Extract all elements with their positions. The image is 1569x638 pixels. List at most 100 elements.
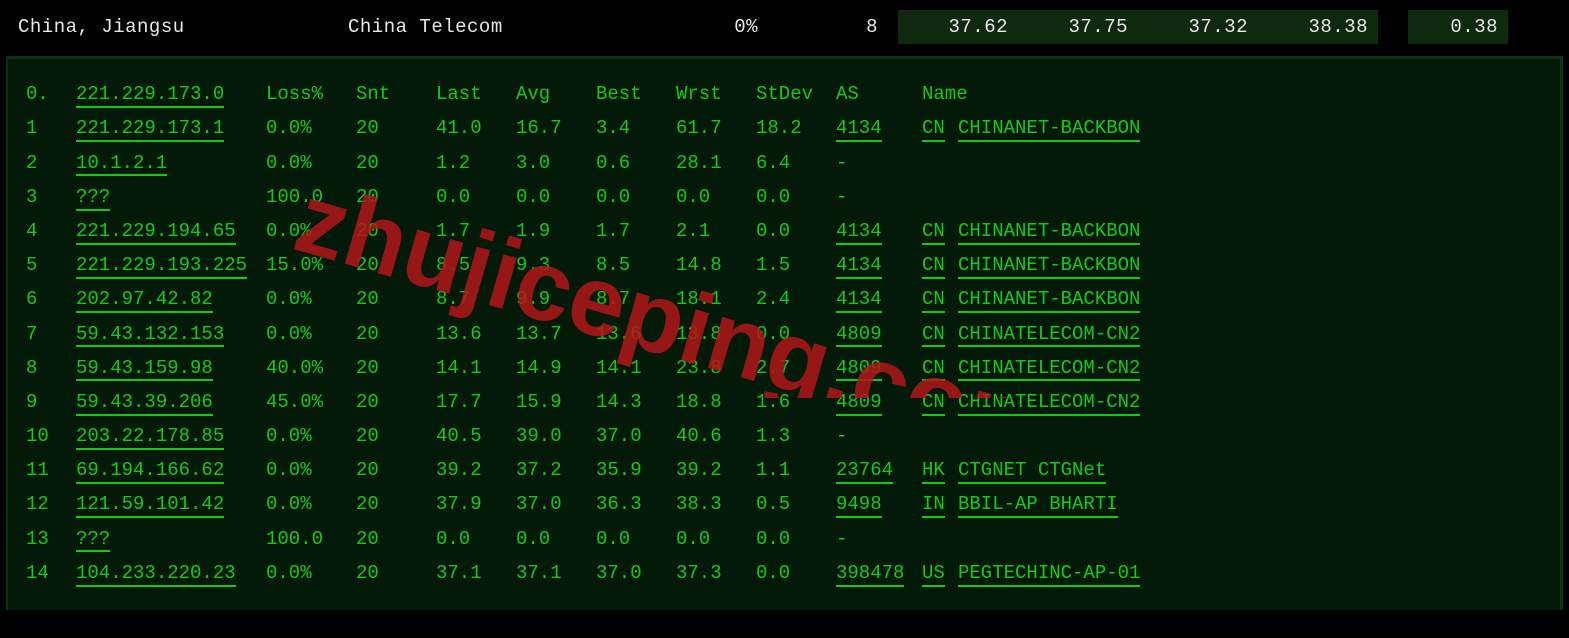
hop-row: 1221.229.173.10.0%2041.016.73.461.718.24… xyxy=(26,111,1550,145)
hop-avg: 9.9 xyxy=(516,282,596,316)
hop-avg: 16.7 xyxy=(516,111,596,145)
hop-stdev: 0.0 xyxy=(756,180,836,214)
hop-host: 104.233.220.23 xyxy=(76,556,266,590)
summary-avg: 37.75 xyxy=(1018,10,1138,44)
hop-as: - xyxy=(836,180,922,214)
hop-as: 4134 xyxy=(836,282,922,316)
hop-cc: CN xyxy=(922,111,958,145)
col-host: 221.229.173.0 xyxy=(76,77,266,111)
hop-index: 2 xyxy=(26,146,76,180)
hop-as: 23764 xyxy=(836,453,922,487)
hop-snt: 20 xyxy=(356,522,436,556)
hop-snt: 20 xyxy=(356,487,436,521)
hop-last: 39.2 xyxy=(436,453,516,487)
hop-cc: US xyxy=(922,556,958,590)
hop-best: 1.7 xyxy=(596,214,676,248)
hop-snt: 20 xyxy=(356,248,436,282)
hop-as: 398478 xyxy=(836,556,922,590)
hop-wrst: 28.1 xyxy=(676,146,756,180)
hop-avg: 1.9 xyxy=(516,214,596,248)
hop-wrst: 14.8 xyxy=(676,248,756,282)
hop-stdev: 2.4 xyxy=(756,282,836,316)
hop-cc xyxy=(922,419,958,453)
hop-stdev: 0.0 xyxy=(756,214,836,248)
hop-row: 6202.97.42.820.0%208.79.98.718.12.44134C… xyxy=(26,282,1550,316)
hop-snt: 20 xyxy=(356,385,436,419)
hop-wrst: 38.3 xyxy=(676,487,756,521)
hop-avg: 37.1 xyxy=(516,556,596,590)
hop-wrst: 37.3 xyxy=(676,556,756,590)
col-wrst: Wrst xyxy=(676,77,756,111)
hop-wrst: 0.0 xyxy=(676,180,756,214)
hop-loss: 0.0% xyxy=(266,111,356,145)
hop-snt: 20 xyxy=(356,282,436,316)
hop-as: 4809 xyxy=(836,385,922,419)
hop-index: 3 xyxy=(26,180,76,214)
hop-index: 12 xyxy=(26,487,76,521)
hop-best: 14.3 xyxy=(596,385,676,419)
hop-snt: 20 xyxy=(356,317,436,351)
hop-loss: 0.0% xyxy=(266,146,356,180)
hop-stdev: 6.4 xyxy=(756,146,836,180)
hop-stdev: 0.0 xyxy=(756,317,836,351)
hop-host: 59.43.132.153 xyxy=(76,317,266,351)
col-hop: 0. xyxy=(26,77,76,111)
hop-row: 759.43.132.1530.0%2013.613.713.613.80.04… xyxy=(26,317,1550,351)
hop-best: 0.6 xyxy=(596,146,676,180)
hop-stdev: 0.5 xyxy=(756,487,836,521)
hop-snt: 20 xyxy=(356,556,436,590)
hop-last: 40.5 xyxy=(436,419,516,453)
hop-loss: 0.0% xyxy=(266,453,356,487)
hop-wrst: 0.0 xyxy=(676,522,756,556)
hop-stdev: 1.5 xyxy=(756,248,836,282)
summary-last: 37.62 xyxy=(898,10,1018,44)
hop-best: 37.0 xyxy=(596,419,676,453)
hop-last: 8.7 xyxy=(436,282,516,316)
hop-host: ??? xyxy=(76,180,266,214)
hop-index: 1 xyxy=(26,111,76,145)
hop-snt: 20 xyxy=(356,111,436,145)
hop-row: 4221.229.194.650.0%201.71.91.72.10.04134… xyxy=(26,214,1550,248)
hop-host: 221.229.173.1 xyxy=(76,111,266,145)
hop-cc: IN xyxy=(922,487,958,521)
hop-as: 4134 xyxy=(836,248,922,282)
hop-loss: 0.0% xyxy=(266,556,356,590)
hop-snt: 20 xyxy=(356,453,436,487)
hop-asname: CTGNET CTGNet xyxy=(958,453,1550,487)
hop-host: 221.229.193.225 xyxy=(76,248,266,282)
hop-row: 959.43.39.20645.0%2017.715.914.318.81.64… xyxy=(26,385,1550,419)
hop-index: 14 xyxy=(26,556,76,590)
hop-cc xyxy=(922,180,958,214)
hop-asname: PEGTECHINC-AP-01 xyxy=(958,556,1550,590)
hop-as: 9498 xyxy=(836,487,922,521)
hop-loss: 0.0% xyxy=(266,214,356,248)
hop-best: 35.9 xyxy=(596,453,676,487)
hop-host: ??? xyxy=(76,522,266,556)
hop-cc: CN xyxy=(922,214,958,248)
hop-last: 14.1 xyxy=(436,351,516,385)
hop-cc: CN xyxy=(922,248,958,282)
hop-stdev: 2.7 xyxy=(756,351,836,385)
col-avg: Avg xyxy=(516,77,596,111)
hop-as: 4134 xyxy=(836,214,922,248)
hop-best: 0.0 xyxy=(596,522,676,556)
hop-as: 4134 xyxy=(836,111,922,145)
hop-row: 10203.22.178.850.0%2040.539.037.040.61.3… xyxy=(26,419,1550,453)
hop-loss: 100.0 xyxy=(266,180,356,214)
hop-best: 8.7 xyxy=(596,282,676,316)
hop-snt: 20 xyxy=(356,351,436,385)
hop-index: 10 xyxy=(26,419,76,453)
hop-avg: 9.3 xyxy=(516,248,596,282)
summary-header: China, Jiangsu China Telecom 0% 8 37.62 … xyxy=(0,0,1569,52)
col-stdev: StDev xyxy=(756,77,836,111)
hop-row: 13???100.0200.00.00.00.00.0- xyxy=(26,522,1550,556)
hop-avg: 13.7 xyxy=(516,317,596,351)
hop-cc xyxy=(922,522,958,556)
hop-index: 4 xyxy=(26,214,76,248)
hop-host: 69.194.166.62 xyxy=(76,453,266,487)
hop-last: 8.5 xyxy=(436,248,516,282)
hop-wrst: 61.7 xyxy=(676,111,756,145)
hop-best: 3.4 xyxy=(596,111,676,145)
hop-asname: CHINANET-BACKBON xyxy=(958,214,1550,248)
terminal-screen: China, Jiangsu China Telecom 0% 8 37.62 … xyxy=(0,0,1569,638)
